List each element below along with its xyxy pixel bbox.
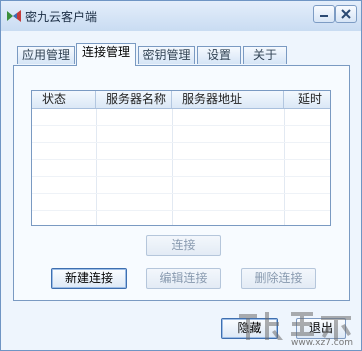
title-bar[interactable]: 密九云客户端 [1, 1, 361, 31]
column-gridline [284, 109, 285, 225]
tab-connection-management[interactable]: 连接管理 [76, 43, 136, 66]
delete-connection-button[interactable]: 删除连接 [241, 268, 316, 289]
row-gridline [32, 176, 330, 177]
main-window: 密九云客户端 应用管理 连接管理 密钥管理 设置 关于 状态 服务器名称 服务器… [0, 0, 362, 351]
minimize-button[interactable] [313, 5, 335, 23]
column-header-server-name[interactable]: 服务器名称 [96, 91, 172, 108]
row-gridline [32, 125, 330, 126]
tab-about[interactable]: 关于 [243, 46, 287, 64]
new-connection-button[interactable]: 新建连接 [51, 268, 127, 289]
row-gridline [32, 142, 330, 143]
column-header-latency[interactable]: 延时 [284, 91, 330, 108]
connection-list[interactable]: 状态 服务器名称 服务器地址 延时 [31, 90, 331, 226]
row-gridline [32, 210, 330, 211]
minimize-icon [320, 15, 328, 17]
edit-connection-button[interactable]: 编辑连接 [146, 268, 221, 289]
app-logo-icon [7, 10, 21, 22]
connect-button[interactable]: 连接 [146, 235, 221, 256]
row-gridline [32, 193, 330, 194]
close-button[interactable] [335, 5, 357, 23]
watermark-text: www.xz7.com [291, 338, 353, 348]
tab-app-management[interactable]: 应用管理 [17, 46, 75, 64]
column-gridline [96, 109, 97, 225]
window-title: 密九云客户端 [25, 10, 98, 24]
column-header-server-address[interactable]: 服务器地址 [172, 91, 284, 108]
list-header: 状态 服务器名称 服务器地址 延时 [32, 91, 330, 109]
column-header-status[interactable]: 状态 [32, 91, 96, 108]
close-icon [341, 9, 351, 19]
list-body[interactable] [32, 109, 330, 225]
row-gridline [32, 159, 330, 160]
tab-key-management[interactable]: 密钥管理 [138, 46, 195, 64]
column-gridline [172, 109, 173, 225]
tab-settings[interactable]: 设置 [197, 46, 241, 64]
